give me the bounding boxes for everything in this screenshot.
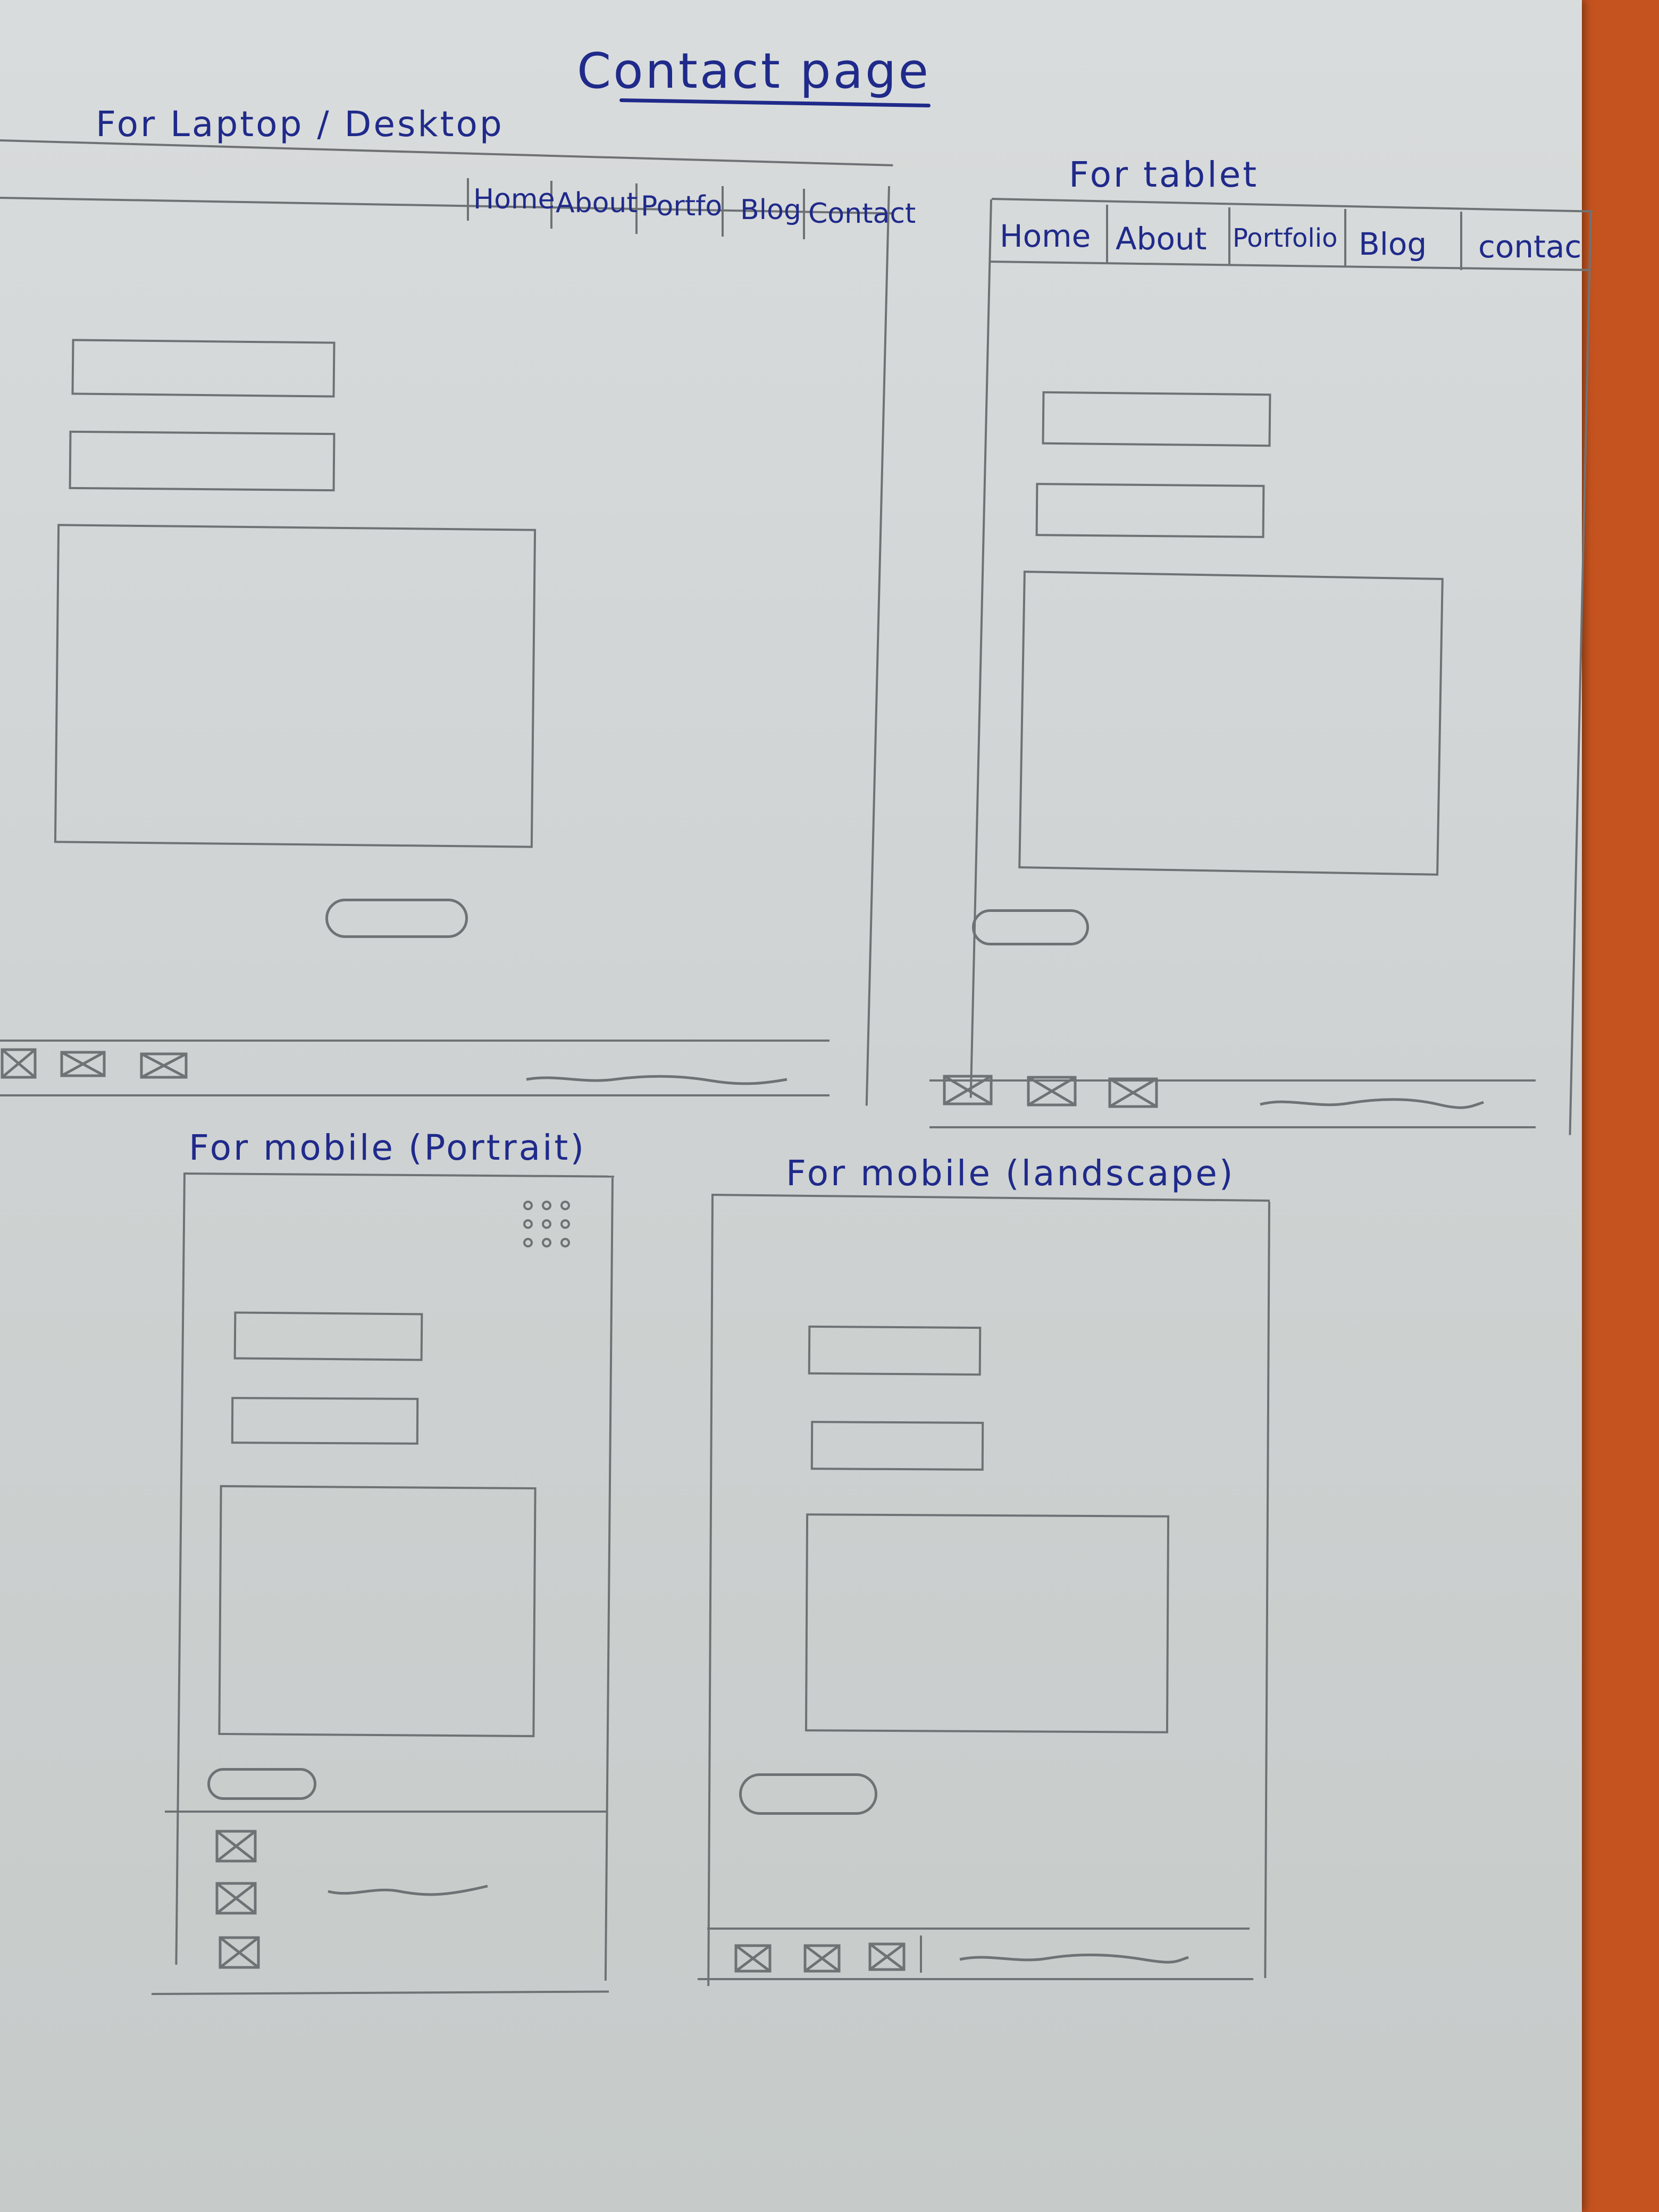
ml-email-field[interactable] <box>810 1421 984 1471</box>
image-placeholder-icon[interactable] <box>734 1943 772 1973</box>
desktop-label: For Laptop / Desktop <box>96 104 504 145</box>
mp-name-field[interactable] <box>233 1311 423 1361</box>
desktop-email-field[interactable] <box>69 430 336 492</box>
ml-right-border <box>1264 1201 1270 1978</box>
tablet-nav-divider <box>1228 207 1230 266</box>
footer-text-squiggle <box>959 1953 1189 1964</box>
desktop-footer-bottom <box>0 1094 830 1096</box>
mobile-landscape-label: For mobile (landscape) <box>786 1153 1235 1194</box>
footer-text-squiggle <box>526 1075 787 1085</box>
image-placeholder-icon[interactable] <box>868 1942 906 1972</box>
footer-text-squiggle <box>1260 1098 1484 1109</box>
tablet-nav-portfolio[interactable]: Portfolio <box>1233 223 1337 253</box>
tablet-right-border <box>1569 210 1592 1135</box>
mp-bottom-border <box>151 1990 609 1995</box>
mp-left-border <box>175 1172 186 1965</box>
image-placeholder-icon[interactable] <box>942 1074 993 1106</box>
tablet-email-field[interactable] <box>1035 483 1265 538</box>
desktop-nav-divider <box>467 178 469 221</box>
ml-footer-top <box>707 1928 1250 1930</box>
ml-message-field[interactable] <box>805 1513 1170 1733</box>
ml-footer-bottom <box>698 1978 1253 1980</box>
tablet-top-border <box>991 198 1593 213</box>
ml-left-border <box>707 1193 714 1986</box>
tablet-nav-divider <box>1106 205 1108 263</box>
tablet-nav-home[interactable]: Home <box>1000 218 1091 254</box>
ml-name-field[interactable] <box>808 1325 982 1376</box>
image-placeholder-icon[interactable] <box>1108 1077 1159 1109</box>
desktop-nav-portfolio[interactable]: Portfo <box>641 190 722 222</box>
image-placeholder-icon[interactable] <box>1026 1075 1077 1107</box>
mp-right-border <box>604 1177 614 1981</box>
mp-top-border <box>183 1172 614 1178</box>
desktop-footer-top <box>0 1040 830 1042</box>
image-placeholder-icon[interactable] <box>215 1881 257 1915</box>
mp-email-field[interactable] <box>231 1397 419 1445</box>
ml-footer-divider <box>920 1936 922 1973</box>
tablet-nav-about[interactable]: About <box>1116 221 1206 257</box>
desktop-message-field[interactable] <box>54 524 537 848</box>
ml-top-border <box>711 1194 1270 1202</box>
tablet-nav-divider <box>1460 212 1462 270</box>
desktop-submit-button[interactable] <box>325 899 468 938</box>
mobile-portrait-label: For mobile (Portrait) <box>189 1127 586 1168</box>
tablet-nav-contact[interactable]: contac <box>1478 229 1581 265</box>
mp-footer-top <box>165 1811 606 1813</box>
image-placeholder-icon[interactable] <box>218 1936 261 1970</box>
desktop-nav-about[interactable]: About <box>556 187 638 219</box>
tablet-nav-blog[interactable]: Blog <box>1359 226 1427 262</box>
image-placeholder-icon[interactable] <box>0 1048 37 1079</box>
mp-message-field[interactable] <box>218 1485 537 1738</box>
tablet-nav-divider <box>1344 209 1346 267</box>
tablet-name-field[interactable] <box>1042 391 1271 447</box>
tablet-label: For tablet <box>1069 154 1259 195</box>
desktop-nav-blog[interactable]: Blog <box>740 194 801 226</box>
tablet-left-border <box>969 199 992 1098</box>
tablet-submit-button[interactable] <box>972 909 1089 945</box>
title-underline <box>619 98 931 108</box>
desktop-nav-divider <box>803 189 805 239</box>
image-placeholder-icon[interactable] <box>215 1829 257 1863</box>
grid-menu-icon[interactable] <box>520 1197 579 1256</box>
image-placeholder-icon[interactable] <box>60 1050 106 1078</box>
tablet-message-field[interactable] <box>1018 571 1444 876</box>
mp-submit-button[interactable] <box>207 1768 316 1800</box>
ml-submit-button[interactable] <box>739 1773 877 1815</box>
desktop-name-field[interactable] <box>71 339 336 398</box>
desktop-nav-contact[interactable]: Contact <box>808 198 916 230</box>
tablet-footer-top <box>929 1079 1536 1082</box>
tablet-footer-bottom <box>929 1126 1536 1128</box>
footer-text-squiggle <box>328 1884 488 1896</box>
paper-sheet: Contact page For Laptop / Desktop Home A… <box>0 0 1593 2212</box>
page-title: Contact page <box>577 43 931 99</box>
desktop-right-border <box>865 186 890 1106</box>
image-placeholder-icon[interactable] <box>803 1943 841 1973</box>
image-placeholder-icon[interactable] <box>139 1052 188 1079</box>
desktop-nav-home[interactable]: Home <box>473 183 555 215</box>
